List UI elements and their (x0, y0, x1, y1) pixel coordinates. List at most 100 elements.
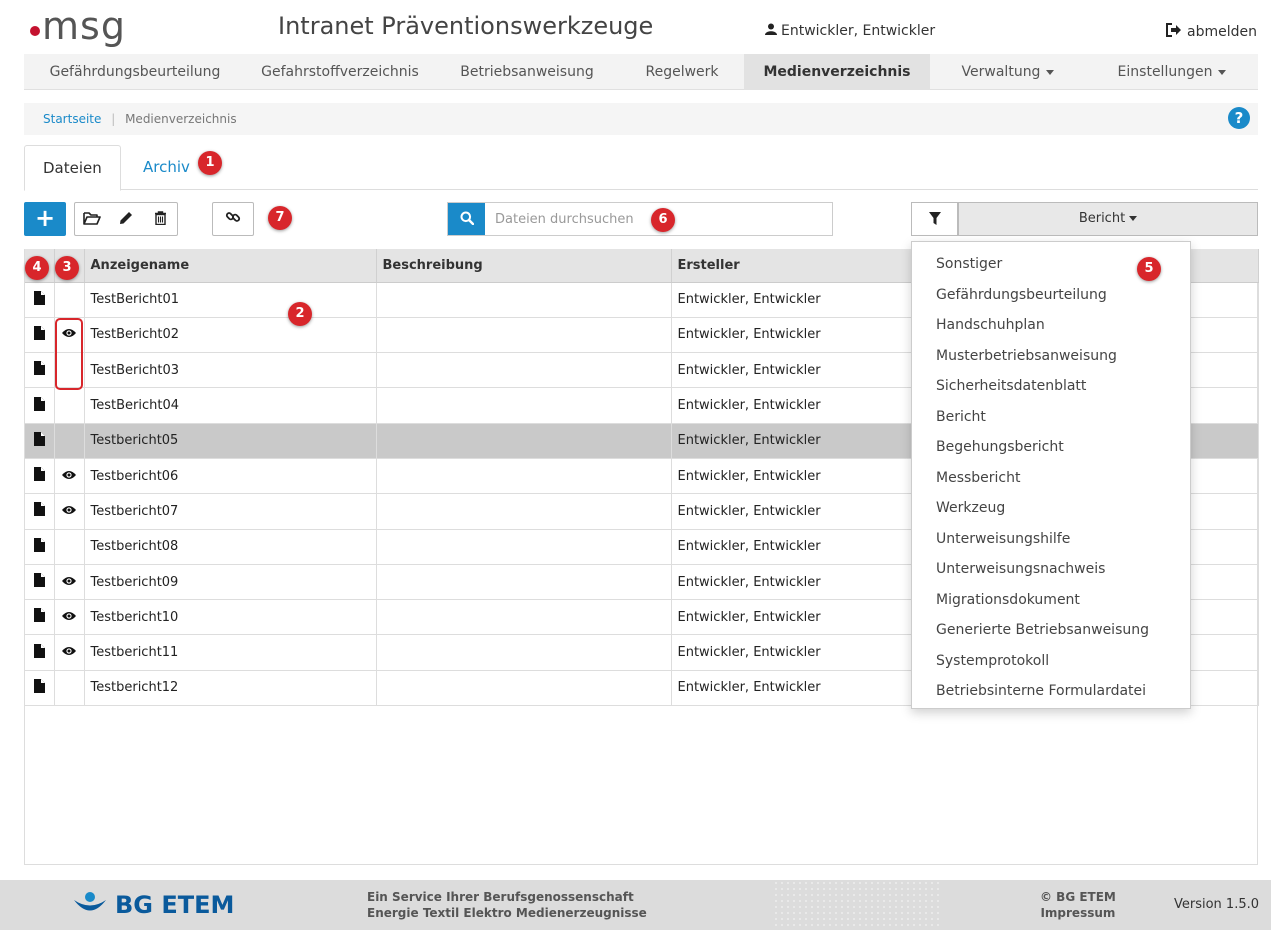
file-type-cell (25, 387, 55, 424)
current-user[interactable]: Entwickler, Entwickler (765, 23, 935, 39)
file-type-cell (25, 282, 55, 318)
nav-item-verwaltung[interactable]: Verwaltung (930, 54, 1086, 90)
caret-down-icon (1129, 216, 1138, 221)
filter-button[interactable] (911, 202, 958, 236)
description-cell (376, 493, 672, 530)
eye-icon (62, 610, 76, 625)
description-cell (376, 317, 672, 354)
nav-label: Medienverzeichnis (763, 64, 911, 80)
dropdown-option[interactable]: Systemprotokoll (912, 646, 1190, 677)
visibility-cell (54, 387, 85, 424)
logout-icon (1166, 23, 1182, 41)
dropdown-option[interactable]: Werkzeug (912, 493, 1190, 524)
dropdown-option[interactable]: Betriebsinterne Formulardatei (912, 676, 1190, 707)
nav-item-betriebsanweisung[interactable]: Betriebsanweisung (434, 54, 620, 90)
logo-dot (30, 26, 40, 36)
add-button[interactable]: + (24, 202, 66, 236)
visibility-cell (54, 599, 85, 636)
user-icon (765, 23, 777, 39)
file-icon (33, 325, 45, 344)
display-name-cell: TestBericht02 (84, 317, 377, 354)
file-type-cell (25, 529, 55, 565)
creator-cell: Entwickler, Entwickler (671, 317, 912, 354)
display-name-cell: Testbericht07 (84, 493, 377, 530)
nav-label: Verwaltung (961, 64, 1041, 80)
eye-icon (62, 645, 76, 660)
file-type-cell (25, 458, 55, 495)
nav-label: Gefährdungsbeurteilung (49, 64, 221, 80)
nav-label: Gefahrstoffverzeichnis (261, 64, 419, 80)
search-button[interactable] (448, 203, 485, 235)
nav-item-gefaehrdungsbeurteilung[interactable]: Gefährdungsbeurteilung (24, 54, 246, 90)
header-display-name[interactable]: Anzeigename (84, 249, 377, 283)
dropdown-option[interactable]: Sicherheitsdatenblatt (912, 371, 1190, 402)
display-name-cell: Testbericht10 (84, 599, 377, 636)
file-icon (33, 290, 45, 309)
footer-imprint-link[interactable]: Impressum (1040, 905, 1116, 921)
display-name-cell: Testbericht08 (84, 529, 377, 565)
nav-label: Regelwerk (645, 64, 719, 80)
category-dropdown-menu: Sonstiger Gefährdungsbeurteilung Handschuh… (911, 241, 1191, 709)
creator-cell: Entwickler, Entwickler (671, 670, 912, 707)
dropdown-option[interactable]: Unterweisungsnachweis (912, 554, 1190, 585)
caret-down-icon (1218, 69, 1227, 75)
description-cell (376, 564, 672, 601)
file-icon (33, 396, 45, 415)
header-creator[interactable]: Ersteller (671, 249, 912, 283)
dropdown-option[interactable]: Begehungsbericht (912, 432, 1190, 463)
app-version: Version 1.5.0 (1173, 897, 1259, 912)
description-cell (376, 670, 672, 707)
header-description[interactable]: Beschreibung (376, 249, 672, 283)
file-type-cell (25, 670, 55, 707)
tab-archiv[interactable]: Archiv (125, 145, 208, 191)
eye-icon (62, 504, 76, 519)
nav-item-regelwerk[interactable]: Regelwerk (620, 54, 744, 90)
nav-item-gefahrstoffverzeichnis[interactable]: Gefahrstoffverzeichnis (246, 54, 434, 90)
file-action-group (74, 202, 178, 236)
category-select[interactable]: Bericht (958, 202, 1258, 236)
display-name-cell: TestBericht01 (84, 282, 377, 318)
creator-cell: Entwickler, Entwickler (671, 564, 912, 601)
file-type-cell (25, 564, 55, 601)
search-icon (460, 210, 474, 229)
creator-cell: Entwickler, Entwickler (671, 529, 912, 565)
annotation-badge: 2 (288, 302, 312, 326)
nav-label: Betriebsanweisung (460, 64, 594, 80)
nav-item-einstellungen[interactable]: Einstellungen (1086, 54, 1258, 90)
dropdown-option[interactable]: Generierte Betriebsanweisung (912, 615, 1190, 646)
tab-dateien[interactable]: Dateien (24, 145, 121, 191)
logout-link[interactable]: abmelden (1166, 23, 1257, 41)
dropdown-option[interactable]: Gefährdungsbeurteilung (912, 280, 1190, 311)
dropdown-option[interactable]: Migrationsdokument (912, 585, 1190, 616)
dropdown-option[interactable]: Handschuhplan (912, 310, 1190, 341)
filter-icon (928, 210, 941, 229)
visibility-cell (54, 634, 85, 671)
dropdown-option[interactable]: Messbericht (912, 463, 1190, 494)
edit-button[interactable] (109, 203, 143, 235)
creator-cell: Entwickler, Entwickler (671, 634, 912, 671)
bg-etem-logo: BG ETEM (73, 891, 234, 919)
description-cell (376, 387, 672, 424)
app-header: msg Intranet Präventionswerkzeuge Entwic… (0, 0, 1271, 50)
nav-item-medienverzeichnis[interactable]: Medienverzeichnis (744, 54, 930, 90)
file-type-cell (25, 634, 55, 671)
display-name-cell: Testbericht06 (84, 458, 377, 495)
dropdown-option[interactable]: Bericht (912, 402, 1190, 433)
breadcrumb-separator: | (111, 112, 116, 126)
link-button[interactable] (212, 202, 254, 236)
breadcrumb: Startseite | Medienverzeichnis ? (24, 103, 1258, 135)
app-title: Intranet Präventionswerkzeuge (278, 12, 654, 40)
page-footer: BG ETEM Ein Service Ihrer Berufsgenossen… (0, 880, 1271, 930)
breadcrumb-home-link[interactable]: Startseite (43, 112, 101, 126)
help-icon[interactable]: ? (1228, 107, 1250, 129)
open-folder-button[interactable] (75, 203, 109, 235)
file-type-cell (25, 352, 55, 389)
visibility-cell (54, 670, 85, 707)
folder-open-icon (83, 210, 101, 229)
delete-button[interactable] (143, 203, 177, 235)
annotation-badge: 5 (1137, 257, 1161, 281)
file-type-cell (25, 423, 55, 459)
dropdown-option[interactable]: Unterweisungshilfe (912, 524, 1190, 555)
dropdown-option[interactable]: Musterbetriebsanweisung (912, 341, 1190, 372)
creator-cell: Entwickler, Entwickler (671, 282, 912, 318)
